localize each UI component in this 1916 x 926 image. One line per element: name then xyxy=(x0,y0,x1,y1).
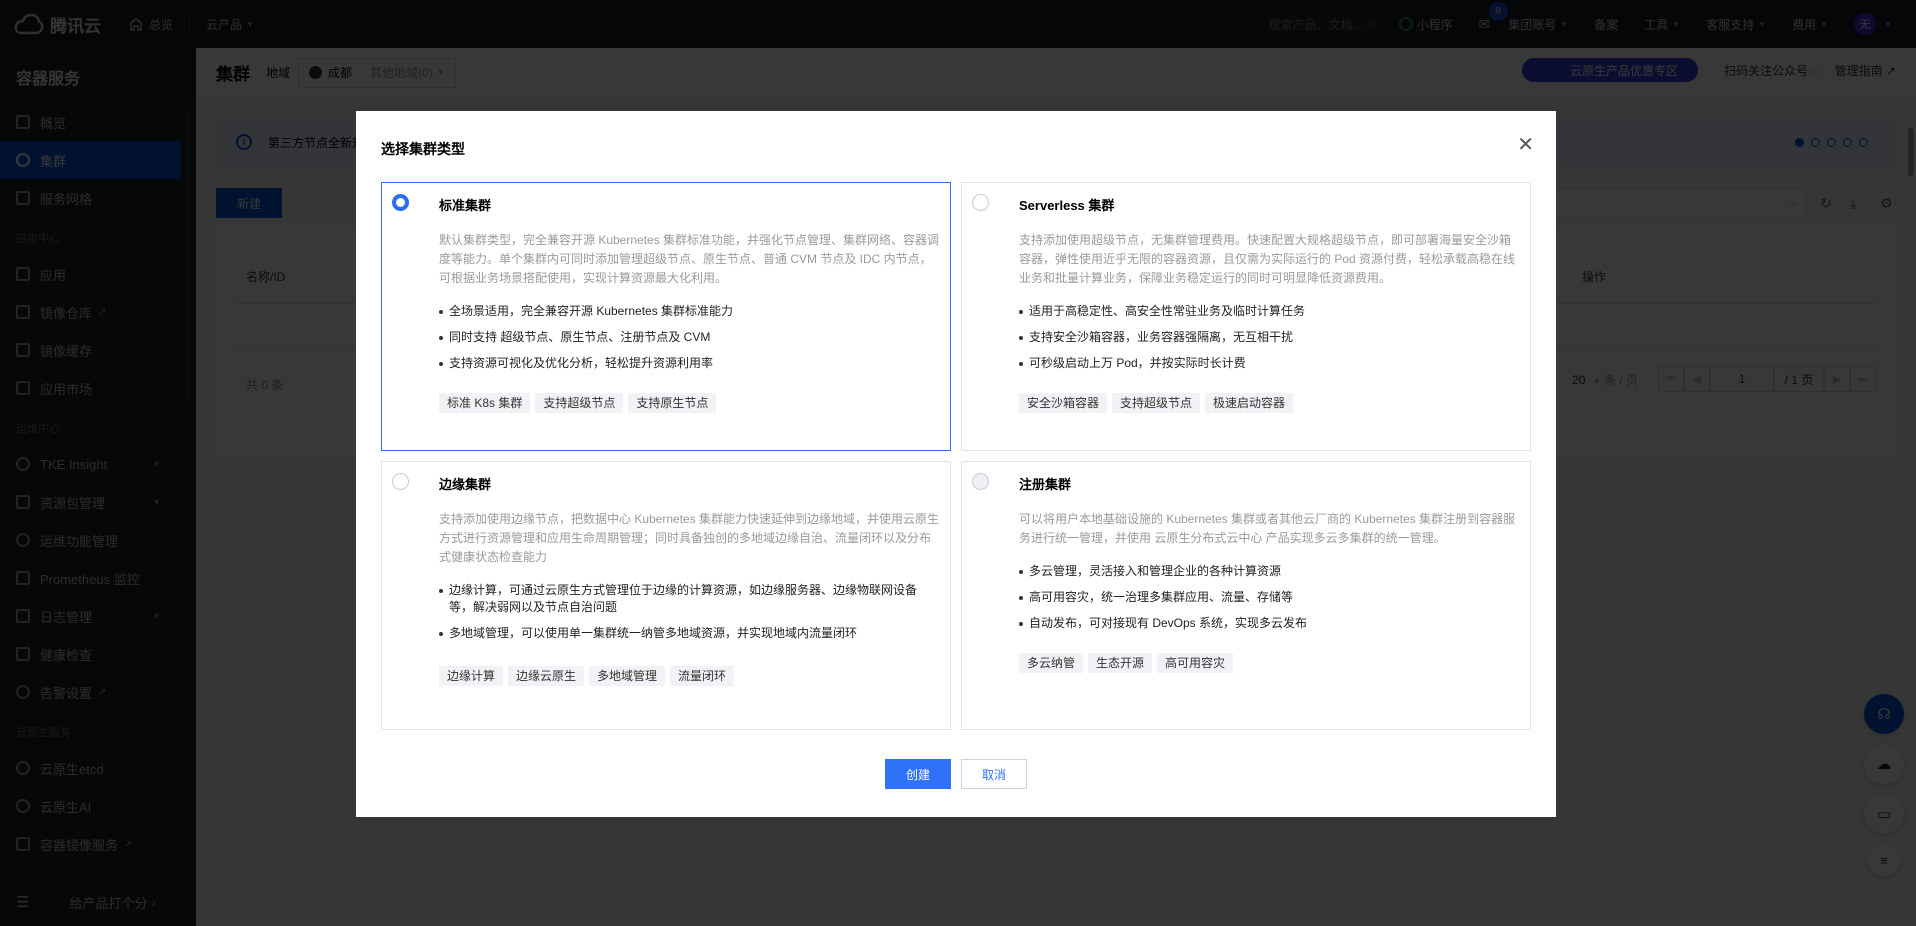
tag-list: 标准 K8s 集群 支持超级节点 支持原生节点 xyxy=(439,393,721,413)
feature-item: 适用于高稳定性、高安全性常驻业务及临时计算任务 xyxy=(1019,303,1520,320)
feature-item: 多地域管理，可以使用单一集群统一纳管多地域资源，并实现地域内流量闭环 xyxy=(439,625,940,642)
radio-registered[interactable] xyxy=(972,473,989,490)
tag: 极速启动容器 xyxy=(1205,393,1294,413)
option-description: 支持添加使用边缘节点，把数据中心 Kubernetes 集群能力快速延伸到边缘地… xyxy=(439,512,940,564)
option-description: 默认集群类型，完全兼容开源 Kubernetes 集群标准功能，并强化节点管理、… xyxy=(439,233,940,285)
cancel-button[interactable]: 取消 xyxy=(961,759,1027,789)
tag: 标准 K8s 集群 xyxy=(439,393,531,413)
tag: 高可用容灾 xyxy=(1157,653,1234,673)
create-button[interactable]: 创建 xyxy=(885,759,951,789)
option-registered-cluster[interactable]: 注册集群 可以将用户本地基础设施的 Kubernetes 集群或者其他云厂商的 … xyxy=(961,461,1531,730)
feature-list: 适用于高稳定性、高安全性常驻业务及临时计算任务 支持安全沙箱容器，业务容器强隔离… xyxy=(1019,303,1520,381)
tag: 多地域管理 xyxy=(589,666,666,686)
feature-item: 同时支持 超级节点、原生节点、注册节点及 CVM xyxy=(439,329,940,346)
option-title: 标准集群 xyxy=(439,198,492,213)
dialog-footer: 创建 取消 xyxy=(356,759,1556,789)
feature-item: 自动发布，可对接现有 DevOps 系统，实现多云发布 xyxy=(1019,615,1520,632)
tag: 支持超级节点 xyxy=(1112,393,1201,413)
tag: 多云纳管 xyxy=(1019,653,1084,673)
feature-item: 高可用容灾，统一治理多集群应用、流量、存储等 xyxy=(1019,589,1520,606)
radio-edge[interactable] xyxy=(392,473,409,490)
feature-list: 全场景适用，完全兼容开源 Kubernetes 集群标准能力 同时支持 超级节点… xyxy=(439,303,940,381)
tag: 安全沙箱容器 xyxy=(1019,393,1108,413)
tag-list: 安全沙箱容器 支持超级节点 极速启动容器 xyxy=(1019,393,1298,413)
dialog-title: 选择集群类型 xyxy=(381,141,465,157)
close-icon[interactable]: ✕ xyxy=(1517,135,1534,155)
option-serverless-cluster[interactable]: Serverless 集群 支持添加使用超级节点，无集群管理费用。快速配置大规格… xyxy=(961,182,1531,451)
feature-item: 可秒级启动上万 Pod，并按实际时长计费 xyxy=(1019,355,1520,372)
cluster-type-options: 标准集群 默认集群类型，完全兼容开源 Kubernetes 集群标准功能，并强化… xyxy=(381,182,1531,730)
tag: 支持超级节点 xyxy=(535,393,624,413)
feature-item: 边缘计算，可通过云原生方式管理位于边缘的计算资源，如边缘服务器、边缘物联网设备等… xyxy=(439,582,940,616)
option-standard-cluster[interactable]: 标准集群 默认集群类型，完全兼容开源 Kubernetes 集群标准功能，并强化… xyxy=(381,182,951,451)
tag: 边缘云原生 xyxy=(508,666,585,686)
feature-item: 支持资源可视化及优化分析，轻松提升资源利用率 xyxy=(439,355,940,372)
radio-standard[interactable] xyxy=(392,194,409,211)
tag-list: 边缘计算 边缘云原生 多地域管理 流量闭环 xyxy=(439,666,739,686)
tag: 生态开源 xyxy=(1088,653,1153,673)
tag: 支持原生节点 xyxy=(628,393,717,413)
option-title: Serverless 集群 xyxy=(1019,198,1115,213)
radio-serverless[interactable] xyxy=(972,194,989,211)
option-edge-cluster[interactable]: 边缘集群 支持添加使用边缘节点，把数据中心 Kubernetes 集群能力快速延… xyxy=(381,461,951,730)
select-cluster-type-dialog: 选择集群类型 ✕ 标准集群 默认集群类型，完全兼容开源 Kubernetes 集… xyxy=(356,111,1556,817)
feature-item: 多云管理，灵活接入和管理企业的各种计算资源 xyxy=(1019,563,1520,580)
tag: 边缘计算 xyxy=(439,666,504,686)
feature-item: 全场景适用，完全兼容开源 Kubernetes 集群标准能力 xyxy=(439,303,940,320)
option-description: 支持添加使用超级节点，无集群管理费用。快速配置大规格超级节点，即可部署海量安全沙… xyxy=(1019,233,1516,285)
feature-item: 支持安全沙箱容器，业务容器强隔离，无互相干扰 xyxy=(1019,329,1520,346)
feature-list: 边缘计算，可通过云原生方式管理位于边缘的计算资源，如边缘服务器、边缘物联网设备等… xyxy=(439,582,940,651)
tag-list: 多云纳管 生态开源 高可用容灾 xyxy=(1019,653,1238,673)
option-title: 边缘集群 xyxy=(439,477,492,492)
tag: 流量闭环 xyxy=(670,666,735,686)
option-title: 注册集群 xyxy=(1019,477,1072,492)
feature-list: 多云管理，灵活接入和管理企业的各种计算资源 高可用容灾，统一治理多集群应用、流量… xyxy=(1019,563,1520,641)
option-description: 可以将用户本地基础设施的 Kubernetes 集群或者其他云厂商的 Kuber… xyxy=(1019,512,1516,545)
